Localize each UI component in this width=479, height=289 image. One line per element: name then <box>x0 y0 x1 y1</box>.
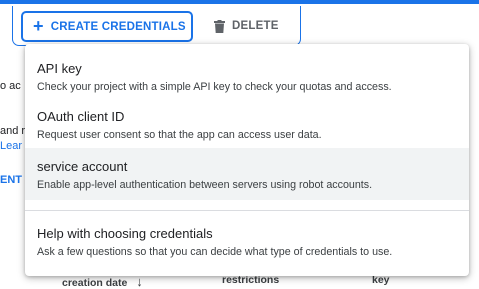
background-text-fragment: o ac <box>0 80 21 92</box>
menu-item-help-choosing[interactable]: Help with choosing credentials Ask a few… <box>25 218 469 268</box>
create-credentials-menu: API key Check your project with a simple… <box>25 44 469 276</box>
menu-item-description: Check your project with a simple API key… <box>37 81 392 93</box>
menu-item-title: service account <box>37 159 128 174</box>
column-header-creation-date[interactable]: creation date ↓ <box>62 274 143 289</box>
create-credentials-label: CREATE CREDENTIALS <box>50 20 186 33</box>
menu-item-description: Ask a few questions so that you can deci… <box>37 246 393 258</box>
delete-label: DELETE <box>232 20 279 32</box>
menu-item-oauth-client-id[interactable]: OAuth client ID Request user consent so … <box>25 98 469 148</box>
menu-item-title: OAuth client ID <box>37 109 125 124</box>
background-button-fragment[interactable]: ENT <box>0 174 22 186</box>
menu-item-api-key[interactable]: API key Check your project with a simple… <box>25 52 469 98</box>
menu-item-service-account[interactable]: service account Enable app-level authent… <box>25 148 469 200</box>
menu-item-description: Enable app-level authentication between … <box>37 179 373 191</box>
background-link-fragment[interactable]: Lear <box>0 140 22 152</box>
delete-button[interactable]: DELETE <box>214 15 279 37</box>
top-accent-bar <box>0 0 479 4</box>
menu-divider <box>25 210 469 211</box>
plus-icon: + <box>33 15 44 36</box>
menu-item-title: Help with choosing credentials <box>37 226 213 241</box>
menu-item-description: Request user consent so that the app can… <box>37 129 322 141</box>
create-credentials-button[interactable]: + CREATE CREDENTIALS <box>21 11 193 42</box>
menu-item-title: API key <box>37 61 82 76</box>
background-text-fragment: and r <box>0 125 26 137</box>
arrow-down-icon: ↓ <box>136 274 143 289</box>
trash-icon <box>214 19 225 33</box>
